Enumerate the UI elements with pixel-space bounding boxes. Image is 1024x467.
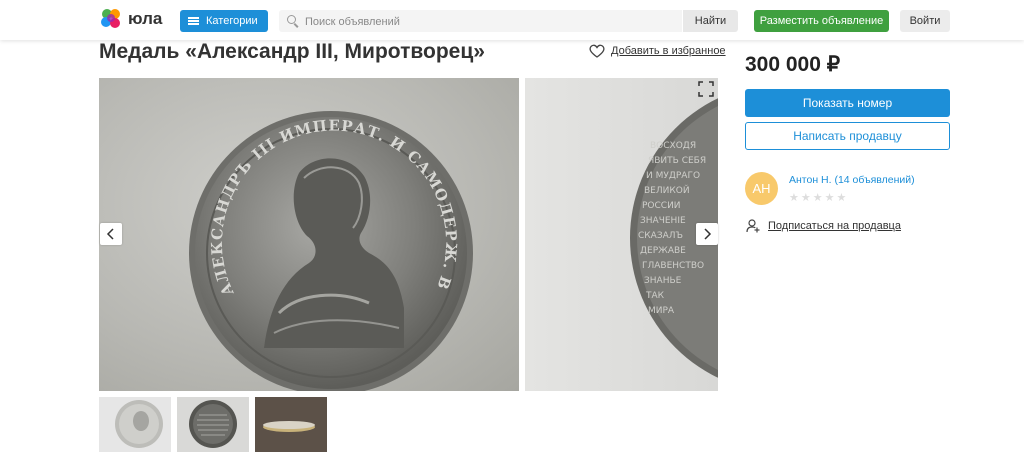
chevron-right-icon: [704, 228, 712, 240]
star-icon: ★: [836, 192, 847, 204]
search-icon: [287, 15, 296, 24]
menu-icon: [188, 17, 199, 25]
coin-reverse-text-line: РОССИИ: [642, 201, 681, 211]
subscribe-label: Подписаться на продавца: [768, 220, 901, 232]
add-to-favorites[interactable]: Добавить в избранное: [589, 44, 726, 58]
coin-reverse-text-line: ВОСХОДЯ: [650, 141, 696, 151]
coin-reverse-text-line: ТАК: [645, 291, 665, 301]
write-seller-button[interactable]: Написать продавцу: [745, 122, 950, 150]
coin-reverse-text-line: ГЛАВЕНСТВО: [642, 261, 704, 271]
next-photo-button[interactable]: [696, 223, 718, 245]
coin-reverse-text-line: СКАЗАЛЪ: [638, 231, 683, 241]
thumbnail-3[interactable]: [255, 397, 327, 452]
search-input[interactable]: [303, 10, 677, 34]
seller-rating: ★ ★ ★ ★ ★: [789, 191, 846, 204]
top-bar: юла Категории Найти Разместить объявлени…: [0, 0, 1024, 40]
thumbnail-image: [189, 400, 237, 448]
coin-reverse-image: ВОСХОДЯ ЯВИТЬ СЕБЯ И МУДРАГО ВЕЛИКОЙ РОССИИ З…: [630, 98, 718, 378]
thumbnail-image: [115, 400, 163, 448]
favorites-label: Добавить в избранное: [611, 45, 726, 57]
coin-reverse-text-line: ЗНАЧЕНІЕ: [640, 216, 686, 226]
star-icon: ★: [800, 192, 811, 204]
seller-name-link[interactable]: Антон Н. (14 объявлений): [789, 174, 915, 186]
star-icon: ★: [789, 192, 799, 204]
coin-reverse-text-line: ЗНАНЬЕ: [644, 276, 682, 286]
logo-text: юла: [128, 9, 163, 28]
coin-reverse-text-line: ЯВИТЬ СЕБЯ: [648, 156, 706, 166]
categories-button[interactable]: Категории: [180, 10, 268, 32]
subscribe-seller[interactable]: Подписаться на продавца: [746, 219, 901, 233]
post-ad-button[interactable]: Разместить объявление: [754, 10, 889, 32]
coin-reverse-text-line: МИРА: [648, 306, 675, 316]
price: 300 000 ₽: [745, 53, 841, 76]
thumbnail-1[interactable]: [99, 397, 171, 452]
expand-icon[interactable]: [696, 79, 716, 99]
coin-reverse-text-line: ДЕРЖАВЕ: [640, 246, 686, 256]
prev-photo-button[interactable]: [100, 223, 122, 245]
coin-reverse-text-line: ВЕЛИКОЙ: [644, 184, 690, 196]
show-phone-button[interactable]: Показать номер: [745, 89, 950, 117]
search-box: [279, 10, 682, 34]
login-button[interactable]: Войти: [900, 10, 950, 32]
second-photo[interactable]: ВОСХОДЯ ЯВИТЬ СЕБЯ И МУДРАГО ВЕЛИКОЙ РОССИИ З…: [525, 78, 718, 391]
thumbnail-image: [255, 397, 327, 452]
find-button[interactable]: Найти: [683, 10, 738, 32]
logo[interactable]: юла: [100, 8, 162, 30]
categories-label: Категории: [206, 15, 258, 27]
avatar[interactable]: АН: [745, 172, 778, 205]
star-icon: ★: [824, 192, 835, 204]
add-user-icon: [746, 219, 760, 233]
page-title: Медаль «Александр III, Миротворец»: [99, 40, 485, 63]
chevron-left-icon: [106, 228, 114, 240]
main-photo[interactable]: АЛЕКСАНДРЪ III ИМПЕРАТ. И САМОДЕРЖ. ВСЕР…: [99, 78, 519, 391]
thumbnail-2[interactable]: [177, 397, 249, 452]
logo-icon: [101, 9, 120, 28]
heart-icon: [589, 44, 605, 58]
star-icon: ★: [812, 192, 823, 204]
coin-obverse-image: АЛЕКСАНДРЪ III ИМПЕРАТ. И САМОДЕРЖ. ВСЕР…: [99, 78, 473, 391]
coin-reverse-text-line: И МУДРАГО: [646, 171, 700, 181]
